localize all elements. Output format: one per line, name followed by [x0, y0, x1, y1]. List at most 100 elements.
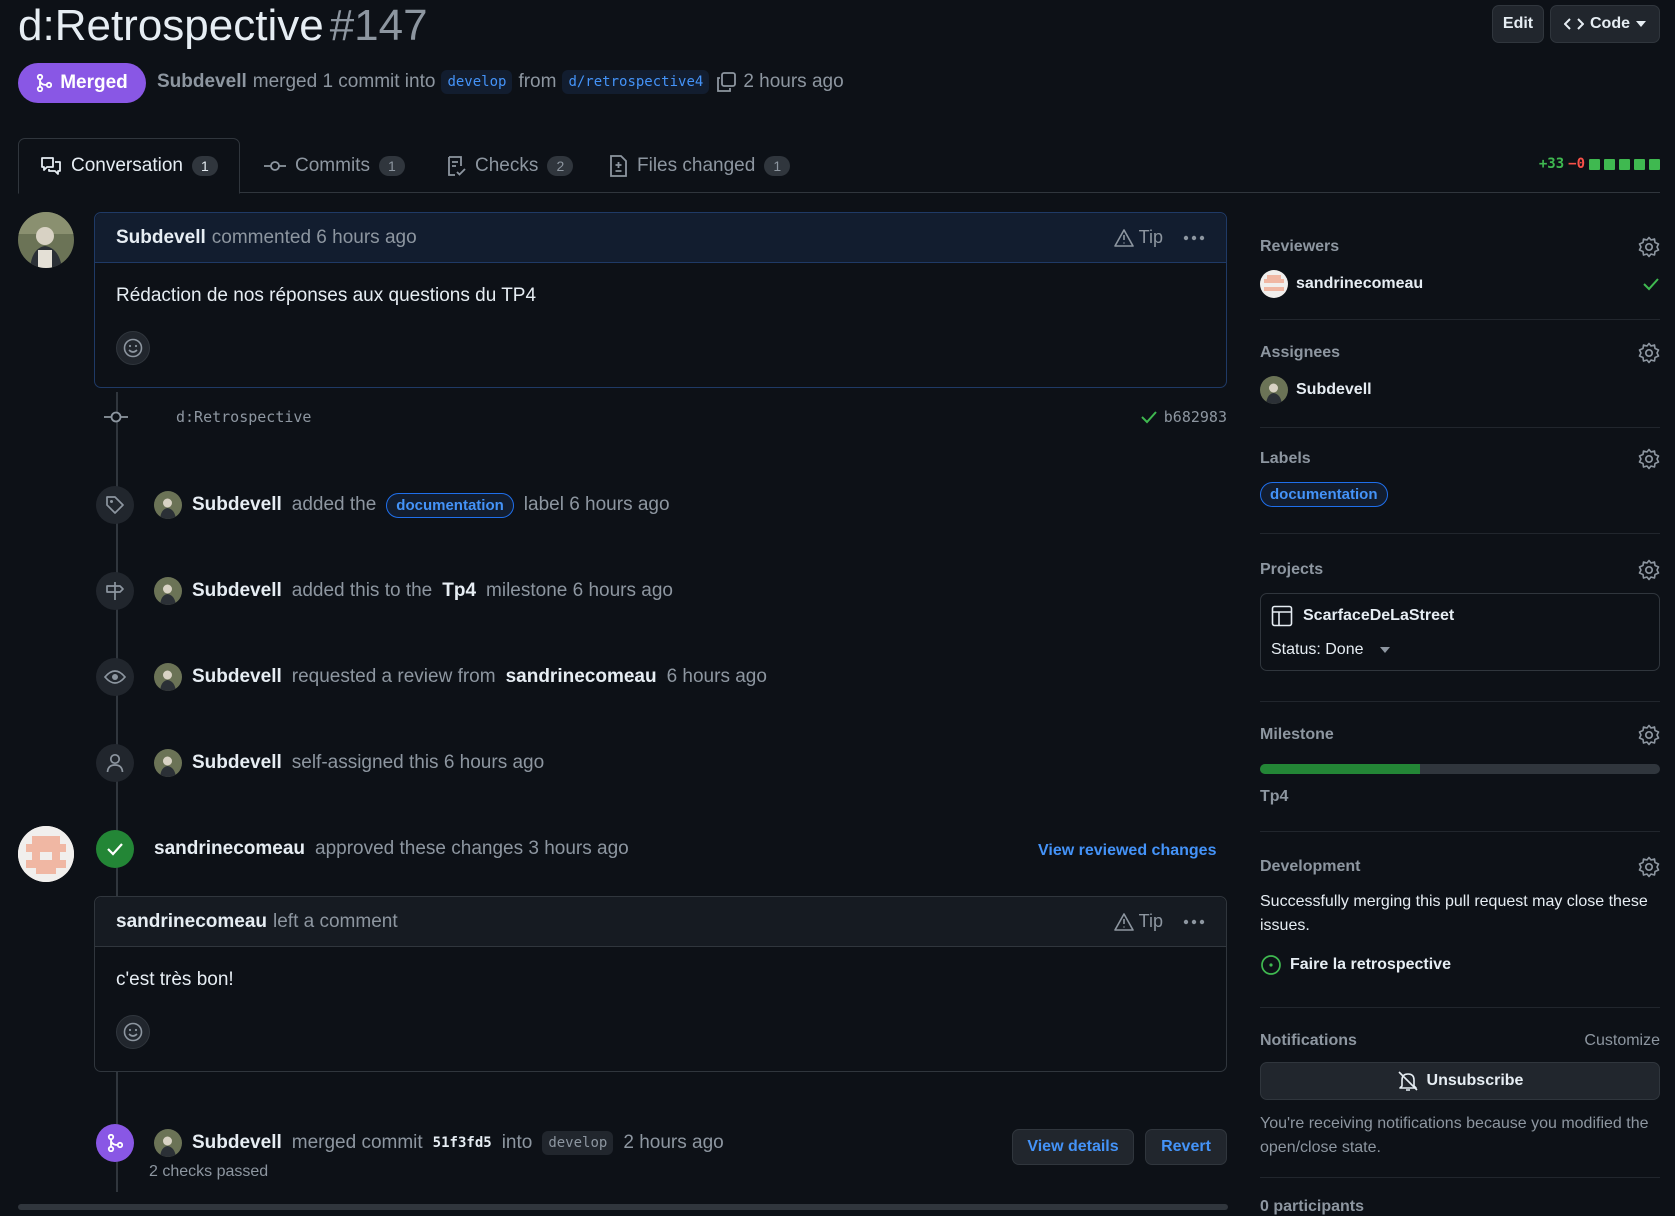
checks-passed-text[interactable]: 2 checks passed: [149, 1163, 268, 1181]
timeline-event-approval: sandrinecomeau approved these changes 3 …: [96, 830, 629, 868]
avatar-subdevell-small[interactable]: [1260, 376, 1288, 404]
alert-icon: [1113, 912, 1134, 931]
avatar-subdevell[interactable]: [18, 212, 74, 268]
merge-commit-sha[interactable]: 51f3fd5: [433, 1135, 492, 1151]
documentation-label[interactable]: documentation: [386, 492, 514, 518]
event-actor[interactable]: Subdevell: [192, 1132, 282, 1154]
event-actor[interactable]: Subdevell: [192, 666, 282, 688]
copy-icon[interactable]: [715, 71, 737, 93]
gear-icon[interactable]: [1638, 559, 1660, 581]
diffstat-box: [1589, 158, 1600, 170]
pr-description-comment: Subdevell commented 6 hours ago Tip Réda…: [94, 212, 1227, 388]
sidebar-assignees: Assignees Subdevell: [1260, 342, 1660, 428]
head-branch[interactable]: d/retrospective4: [562, 70, 710, 94]
sidebar-reviewers-title: Reviewers: [1260, 238, 1340, 255]
caret-down-icon: [1379, 647, 1390, 653]
event-actor[interactable]: Subdevell: [192, 494, 282, 516]
gear-icon[interactable]: [1638, 236, 1660, 258]
merged-text: merged 1 commit into: [252, 71, 436, 92]
tab-conversation[interactable]: Conversation 1: [18, 138, 240, 194]
reviewer-link[interactable]: sandrinecomeau: [506, 666, 657, 688]
git-commit-icon: [104, 411, 128, 423]
merge-target-branch[interactable]: develop: [542, 1131, 614, 1155]
avatar-subdevell-small[interactable]: [154, 749, 182, 777]
sidebar-labels-title: Labels: [1260, 450, 1311, 467]
assignee-row: Subdevell: [1260, 376, 1660, 404]
event-text: merged commit: [291, 1132, 423, 1153]
linked-issue-title[interactable]: Faire la retrospective: [1290, 956, 1451, 974]
comment-author[interactable]: sandrinecomeau: [116, 911, 267, 933]
avatar-subdevell-small[interactable]: [154, 577, 182, 605]
avatar-sandrinecomeau[interactable]: [18, 826, 74, 882]
gear-icon[interactable]: [1638, 342, 1660, 364]
tag-icon: [106, 496, 124, 514]
bell-slash-icon: [1397, 1071, 1418, 1091]
avatar-subdevell-small[interactable]: [154, 491, 182, 519]
sidebar-projects-title: Projects: [1260, 561, 1324, 578]
gear-icon[interactable]: [1638, 724, 1660, 746]
milestone-link[interactable]: Tp4: [442, 580, 476, 602]
view-reviewed-changes-link[interactable]: View reviewed changes: [1038, 842, 1216, 860]
sidebar-section-header: Projects: [1260, 559, 1660, 581]
pr-author-link[interactable]: Subdevell: [157, 71, 247, 93]
commit-message[interactable]: d:Retrospective: [176, 408, 311, 426]
diffstat-box: [1619, 158, 1630, 170]
unsubscribe-button[interactable]: Unsubscribe: [1260, 1062, 1660, 1100]
smiley-icon: [123, 1022, 143, 1042]
check-icon[interactable]: [1140, 410, 1158, 424]
comment-header: Subdevell commented 6 hours ago Tip: [95, 213, 1226, 263]
tip-button[interactable]: Tip: [1113, 911, 1163, 932]
base-branch[interactable]: develop: [441, 70, 513, 94]
tab-files-changed[interactable]: Files changed 1: [608, 138, 791, 193]
sidebar-assignees-title: Assignees: [1260, 344, 1341, 361]
approval-actor[interactable]: sandrinecomeau: [154, 838, 305, 860]
event-actor[interactable]: Subdevell: [192, 752, 282, 774]
assignee-name[interactable]: Subdevell: [1296, 381, 1372, 399]
revert-button[interactable]: Revert: [1145, 1129, 1227, 1165]
comment-action: left a comment: [273, 910, 398, 932]
diffstat-additions: +33: [1538, 156, 1565, 172]
event-text: self-assigned this 6 hours ago: [291, 752, 545, 773]
customize-link[interactable]: Customize: [1584, 1032, 1660, 1050]
sidebar-reviewers: Reviewers sandrinecomeau: [1260, 236, 1660, 320]
sidebar-section-header: Labels: [1260, 448, 1660, 470]
documentation-label[interactable]: documentation: [1260, 482, 1388, 507]
comment-author[interactable]: Subdevell: [116, 227, 206, 249]
add-reaction-button[interactable]: [116, 331, 150, 365]
sidebar-notifications: Notifications Customize Unsubscribe You'…: [1260, 1032, 1660, 1178]
gear-icon[interactable]: [1638, 448, 1660, 470]
timeline-event-assign: Subdevell self-assigned this 6 hours ago: [96, 744, 544, 782]
commit-sha[interactable]: b682983: [1164, 408, 1227, 426]
milestone-progress-bar: [1260, 764, 1660, 774]
event-icon-wrap: [96, 658, 134, 696]
code-button[interactable]: Code: [1550, 5, 1660, 43]
sidebar-section-header: Reviewers: [1260, 236, 1660, 258]
tab-files-changed-count: 1: [764, 155, 791, 176]
unsubscribe-label: Unsubscribe: [1426, 1072, 1524, 1089]
reviewer-name[interactable]: sandrinecomeau: [1296, 275, 1423, 293]
add-reaction-button[interactable]: [116, 1015, 150, 1049]
event-text: 6 hours ago: [666, 666, 767, 687]
event-text: added the: [291, 494, 377, 515]
timeline-event-label: Subdevell added the documentation label …: [96, 486, 670, 524]
view-details-button[interactable]: View details: [1012, 1129, 1134, 1165]
tab-checks[interactable]: Checks 2: [446, 138, 574, 193]
edit-button[interactable]: Edit: [1492, 5, 1544, 43]
tab-conversation-label: Conversation: [71, 155, 183, 176]
project-name[interactable]: ScarfaceDeLaStreet: [1303, 607, 1454, 625]
milestone-name[interactable]: Tp4: [1260, 788, 1660, 806]
event-actor[interactable]: Subdevell: [192, 580, 282, 602]
sidebar-notifications-title: Notifications: [1260, 1032, 1357, 1049]
avatar-subdevell-small[interactable]: [154, 663, 182, 691]
label-row: documentation: [1260, 482, 1660, 507]
gear-icon[interactable]: [1638, 856, 1660, 878]
avatar-subdevell-small[interactable]: [154, 1129, 182, 1157]
table-icon: [1271, 605, 1293, 627]
kebab-horizontal-icon[interactable]: [1183, 235, 1205, 241]
project-status-select[interactable]: Status: Done: [1271, 641, 1649, 659]
tab-commits-label: Commits: [295, 154, 370, 176]
tip-button[interactable]: Tip: [1113, 227, 1163, 248]
avatar-sandrinecomeau-small[interactable]: [1260, 270, 1288, 298]
tab-commits[interactable]: Commits 1: [264, 138, 405, 193]
kebab-horizontal-icon[interactable]: [1183, 919, 1205, 925]
